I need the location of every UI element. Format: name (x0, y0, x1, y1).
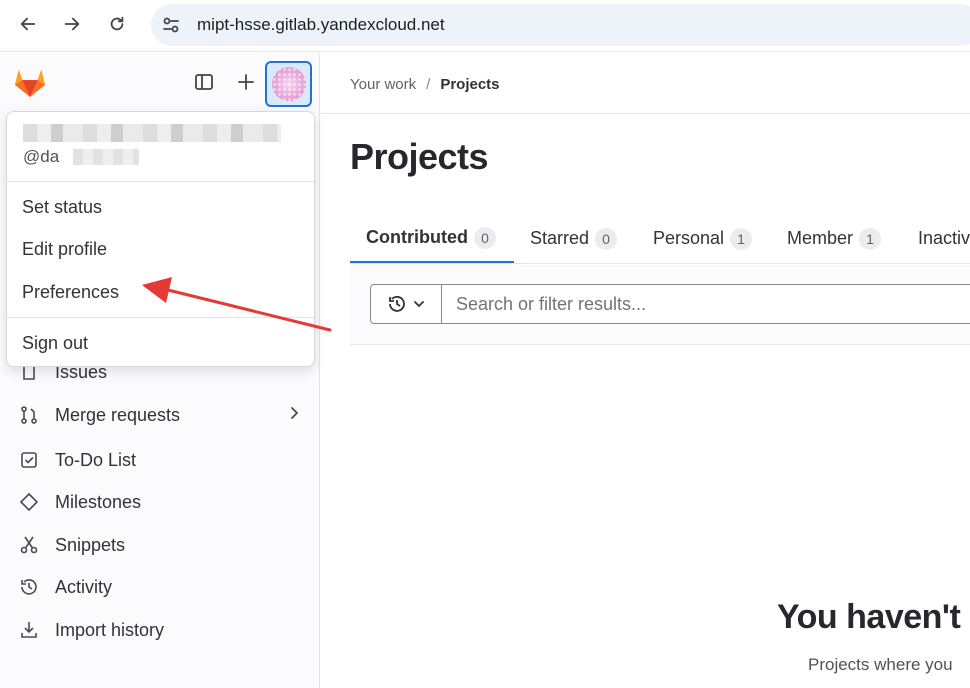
milestone-icon (18, 491, 40, 513)
tab-inactive[interactable]: Inactiv (918, 214, 970, 263)
user-name-redacted (23, 124, 281, 142)
divider (7, 317, 314, 318)
user-handle-redacted (73, 149, 139, 165)
sign-out-item[interactable]: Sign out (22, 333, 88, 354)
sidebar-item-label: To-Do List (55, 449, 137, 470)
user-menu-button[interactable] (265, 61, 312, 107)
sidebar-item-merge-requests[interactable]: Merge requests (18, 401, 180, 429)
sidebar-item-snippets[interactable]: Snippets (18, 531, 125, 559)
gitlab-logo-icon[interactable] (13, 66, 47, 98)
tab-count-badge: 0 (595, 227, 618, 250)
tab-contributed[interactable]: Contributed 0 (350, 214, 514, 263)
tab-personal[interactable]: Personal 1 (653, 214, 753, 263)
tab-starred[interactable]: Starred 0 (530, 214, 618, 263)
url-text: mipt-hsse.gitlab.yandexcloud.net (197, 15, 445, 34)
user-handle: @da (23, 147, 60, 166)
preferences-item[interactable]: Preferences (22, 282, 119, 303)
tab-label: Contributed (366, 227, 468, 247)
sidebar-item-activity[interactable]: Activity (18, 573, 112, 601)
search-input[interactable] (441, 284, 970, 324)
avatar (271, 67, 306, 101)
sidebar-item-import-history[interactable]: Import history (18, 616, 164, 644)
tab-label: Inactiv (918, 228, 970, 248)
tab-label: Starred (530, 228, 590, 248)
tab-label: Personal (653, 228, 725, 248)
breadcrumb-your-work[interactable]: Your work (350, 76, 416, 93)
forward-button[interactable] (58, 10, 86, 38)
chevron-right-icon[interactable] (286, 405, 302, 421)
sidebar-item-label: Milestones (55, 491, 142, 512)
divider (7, 181, 314, 182)
snippet-icon (18, 534, 40, 556)
reload-icon (110, 16, 124, 31)
todo-icon (18, 449, 40, 471)
sidebar-item-label: Activity (55, 576, 113, 597)
recent-searches-button[interactable] (370, 284, 442, 324)
chevron-down-icon (414, 301, 424, 308)
tab-count-badge: 1 (730, 227, 753, 250)
address-bar[interactable]: mipt-hsse.gitlab.yandexcloud.net (151, 4, 970, 46)
tab-member[interactable]: Member 1 (787, 214, 882, 263)
project-tabs: Contributed 0 Starred 0 Personal 1 Membe… (350, 214, 970, 264)
empty-state-subtitle: Projects where you (808, 655, 953, 674)
sidebar-item-todo-list[interactable]: To-Do List (18, 446, 136, 474)
set-status-item[interactable]: Set status (22, 197, 102, 218)
merge-request-icon (18, 404, 40, 426)
sidebar-icon (195, 74, 213, 90)
arrow-right-icon (64, 17, 80, 31)
edit-profile-item[interactable]: Edit profile (22, 239, 107, 260)
site-settings-icon[interactable] (161, 15, 181, 35)
sidebar-item-milestones[interactable]: Milestones (18, 488, 141, 516)
header-divider (321, 113, 970, 114)
import-icon (18, 619, 40, 641)
back-button[interactable] (14, 10, 42, 38)
sidebar-item-label: Import history (55, 619, 165, 640)
tab-label: Member (787, 228, 854, 248)
plus-icon (238, 74, 254, 90)
sidebar-item-label: Merge requests (55, 404, 181, 425)
page-title: Projects (350, 136, 489, 177)
reload-button[interactable] (103, 10, 131, 38)
history-icon (389, 296, 405, 312)
filter-bar (350, 265, 970, 345)
breadcrumb-separator: / (426, 76, 431, 93)
browser-toolbar: mipt-hsse.gitlab.yandexcloud.net (0, 0, 970, 52)
history-icon (18, 576, 40, 598)
sidebar-item-label: Snippets (55, 534, 126, 555)
empty-state-title: You haven't (777, 598, 961, 636)
toggle-sidebar-button[interactable] (191, 69, 217, 95)
tab-count-badge: 0 (473, 226, 496, 249)
create-new-button[interactable] (233, 69, 259, 95)
breadcrumb: Your work / Projects (350, 76, 500, 93)
tab-count-badge: 1 (859, 227, 882, 250)
breadcrumb-projects[interactable]: Projects (440, 76, 499, 93)
arrow-left-icon (20, 17, 36, 31)
user-menu-dropdown: @da Set status Edit profile Preferences … (6, 111, 315, 367)
